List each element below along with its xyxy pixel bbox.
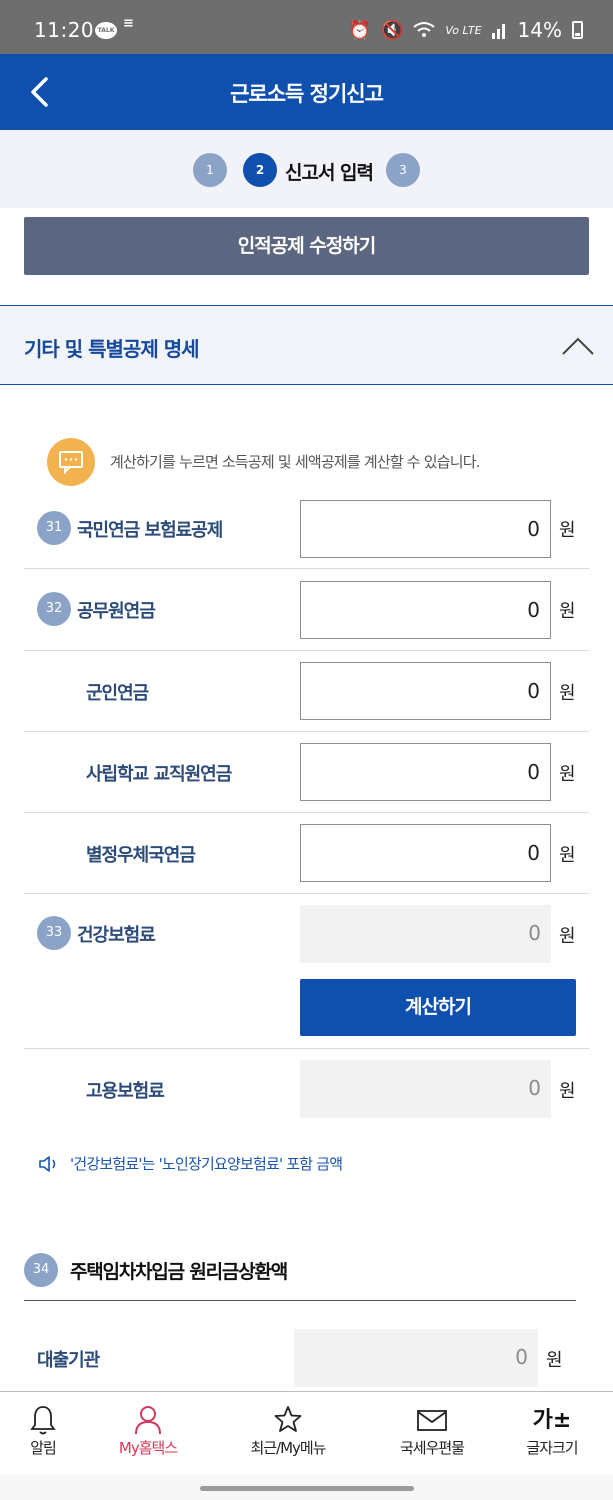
unit-label: 원 <box>559 845 576 866</box>
number-badge-32: 32 <box>37 592 71 626</box>
speaker-icon <box>39 1156 56 1172</box>
edit-personal-deduction-button[interactable]: 인적공제 수정하기 <box>24 217 589 275</box>
housing-loan-title: 주택임차차입금 원리금상환액 <box>70 1261 288 1283</box>
status-bar: 11:20 TALK ≡ ⏰ 🔇 Vo LTE 14% <box>0 0 613 54</box>
unit-label: 원 <box>559 683 576 704</box>
number-badge-33: 33 <box>37 916 71 950</box>
battery-icon <box>572 21 583 39</box>
unit-label: 원 <box>559 601 576 622</box>
military-pension-label: 군인연금 <box>86 683 149 704</box>
battery-percent: 14% <box>517 18 562 42</box>
alarm-icon: ⏰ <box>348 19 371 41</box>
nav-label: My홈택스 <box>118 1439 178 1457</box>
employment-insurance-label: 고용보험료 <box>86 1081 165 1102</box>
nav-label: 글자크기 <box>526 1439 578 1457</box>
national-pension-label: 국민연금 보험료공제 <box>77 520 223 541</box>
kakaotalk-icon: TALK <box>95 22 117 39</box>
employment-insurance-value: 0 <box>300 1060 551 1118</box>
section-title: 기타 및 특별공제 명세 <box>24 337 199 361</box>
chevron-up-icon[interactable] <box>560 332 596 358</box>
unit-label: 원 <box>559 1081 576 1102</box>
lender-label: 대출기관 <box>37 1350 100 1371</box>
civil-servant-pension-label: 공무원연금 <box>77 601 156 622</box>
divider <box>24 568 589 569</box>
bell-icon <box>30 1406 56 1435</box>
divider <box>24 731 589 732</box>
unit-label: 원 <box>559 520 576 541</box>
page-title: 근로소득 정기신고 <box>230 82 384 106</box>
lte-icon: Vo LTE <box>445 23 482 37</box>
step-3: 3 <box>386 153 420 187</box>
unit-label: 원 <box>546 1350 563 1371</box>
health-insurance-note: '건강보험료'는 '노인장기요양보험료' 포함 금액 <box>70 1155 343 1173</box>
divider <box>24 650 589 651</box>
private-school-pension-input[interactable]: 0 <box>300 743 551 801</box>
status-icons: ⏰ 🔇 Vo LTE 14% <box>349 18 583 42</box>
private-school-pension-label: 사립학교 교직원연금 <box>86 764 232 785</box>
step-indicator: 1 2 신고서 입력 3 <box>0 130 613 208</box>
national-pension-input[interactable]: 0 <box>300 500 551 558</box>
divider <box>24 1048 589 1049</box>
health-insurance-value: 0 <box>300 905 551 963</box>
step-2-current: 2 <box>243 153 277 187</box>
status-time: 11:20 <box>34 18 95 42</box>
military-pension-input[interactable]: 0 <box>300 662 551 720</box>
person-icon <box>135 1406 161 1435</box>
divider <box>24 893 589 894</box>
mute-icon: 🔇 <box>380 19 404 41</box>
app-header: 근로소득 정기신고 <box>0 54 613 130</box>
lender-value: 0 <box>294 1329 538 1387</box>
star-icon <box>274 1406 302 1432</box>
nav-tax-mail[interactable]: 국세우편물 <box>370 1392 494 1476</box>
bottom-navigation: 알림 My홈택스 최근/My메뉴 국세우편물 가± 글자크기 <box>0 1391 613 1475</box>
calculate-button[interactable]: 계산하기 <box>300 979 576 1036</box>
chat-bubble-icon <box>47 438 95 486</box>
divider <box>24 812 589 813</box>
number-badge-31: 31 <box>37 511 71 545</box>
notification-icon: ≡ <box>123 16 134 31</box>
gesture-bar <box>0 1475 613 1500</box>
nav-my-hometax[interactable]: My홈택스 <box>86 1392 210 1476</box>
step-2-label: 신고서 입력 <box>285 162 374 184</box>
civil-servant-pension-input[interactable]: 0 <box>300 581 551 639</box>
unit-label: 원 <box>559 926 576 947</box>
nav-recent-menu[interactable]: 최근/My메뉴 <box>226 1392 350 1476</box>
signal-icon <box>491 24 505 39</box>
mail-icon <box>417 1410 447 1431</box>
nav-font-size[interactable]: 가± 글자크기 <box>500 1392 604 1476</box>
home-indicator[interactable] <box>200 1486 414 1491</box>
divider <box>24 1300 576 1301</box>
post-office-pension-input[interactable]: 0 <box>300 824 551 882</box>
wifi-icon <box>413 22 435 37</box>
number-badge-34: 34 <box>24 1253 58 1287</box>
unit-label: 원 <box>559 764 576 785</box>
post-office-pension-label: 별정우체국연금 <box>86 845 196 866</box>
step-1: 1 <box>193 153 227 187</box>
nav-label: 국세우편물 <box>399 1439 465 1457</box>
nav-label: 알림 <box>30 1439 57 1457</box>
notice-text: 계산하기를 누르면 소득공제 및 세액공제를 계산할 수 있습니다. <box>110 453 481 471</box>
section-header[interactable]: 기타 및 특별공제 명세 <box>0 305 613 385</box>
nav-label: 최근/My메뉴 <box>250 1439 326 1457</box>
nav-notifications[interactable]: 알림 <box>0 1392 86 1476</box>
health-insurance-label: 건강보험료 <box>77 925 156 946</box>
font-size-icon: 가± <box>532 1408 572 1433</box>
